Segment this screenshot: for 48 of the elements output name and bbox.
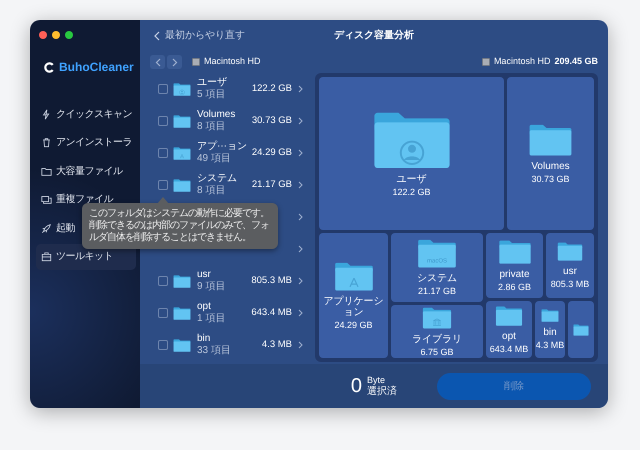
item-count: 33 項目 xyxy=(197,345,231,357)
selected-label: 選択済 xyxy=(367,386,397,397)
folder-name: opt xyxy=(197,301,212,313)
tooltip-text: このフォルダはシステムの動作に必要です。削除できるのは内部のファイルのみで、フォルダ自体を削除することはできません。 xyxy=(89,208,270,244)
folder-name: ユーザ xyxy=(197,77,227,89)
tile-size: 122.2 GB xyxy=(392,186,431,196)
app-logo-text: BuhoCleaner xyxy=(59,59,134,76)
tile-name: bin xyxy=(543,327,557,338)
tile-size: 24.29 GB xyxy=(334,320,373,330)
tile-name: システム xyxy=(417,273,457,284)
folder-name: アプ⋯ョン xyxy=(197,141,247,153)
tile-size: 643.4 MB xyxy=(490,344,528,354)
tile-name: usr xyxy=(563,266,577,277)
disk-name: Macintosh HD xyxy=(494,55,550,68)
tile-name: アプリケーション xyxy=(322,296,384,318)
tile-name: opt xyxy=(502,330,516,342)
folder-name: bin xyxy=(197,333,211,345)
folder-size: 21.17 GB xyxy=(252,178,292,192)
tile-size: 805.3 MB xyxy=(550,279,590,289)
folder-size: 805.3 MB xyxy=(251,274,292,288)
item-count: 8 項目 xyxy=(197,185,226,197)
folder-size: 4.3 MB xyxy=(262,338,292,352)
folder-size: 24.29 GB xyxy=(252,146,292,160)
item-count: 8 項目 xyxy=(197,121,226,133)
disk-size: 209.45 GB xyxy=(554,55,598,68)
size-unit: Byte xyxy=(367,375,386,386)
folder-name: システム xyxy=(197,173,237,185)
window-title: ディスク容量分析 xyxy=(334,28,414,43)
item-count: 9 項目 xyxy=(197,281,226,293)
folder-name: usr xyxy=(197,269,212,281)
folder-size: 30.73 GB xyxy=(252,114,292,128)
selected-size: 0 xyxy=(350,374,362,399)
tile-size: 30.73 GB xyxy=(531,174,570,184)
tile-size: 4.3 MB xyxy=(536,340,564,350)
folder-size: 122.2 GB xyxy=(252,82,292,96)
tile-name: ライブラリ xyxy=(412,334,462,344)
tile-name: private xyxy=(499,268,530,280)
tile-size: 21.17 GB xyxy=(418,286,456,296)
tile-size: 2.86 GB xyxy=(498,282,532,292)
item-count: 49 項目 xyxy=(197,153,232,165)
tile-size: 6.75 GB xyxy=(420,346,454,356)
path-disk-name: Macintosh HD xyxy=(204,55,261,68)
tile-name: ユーザ xyxy=(396,174,426,184)
folder-name: Volumes xyxy=(197,109,236,121)
item-count: 1 項目 xyxy=(197,313,226,325)
item-count: 5 項目 xyxy=(197,89,226,101)
folder-size: 643.4 MB xyxy=(251,306,292,320)
tile-name: Volumes xyxy=(531,160,570,172)
